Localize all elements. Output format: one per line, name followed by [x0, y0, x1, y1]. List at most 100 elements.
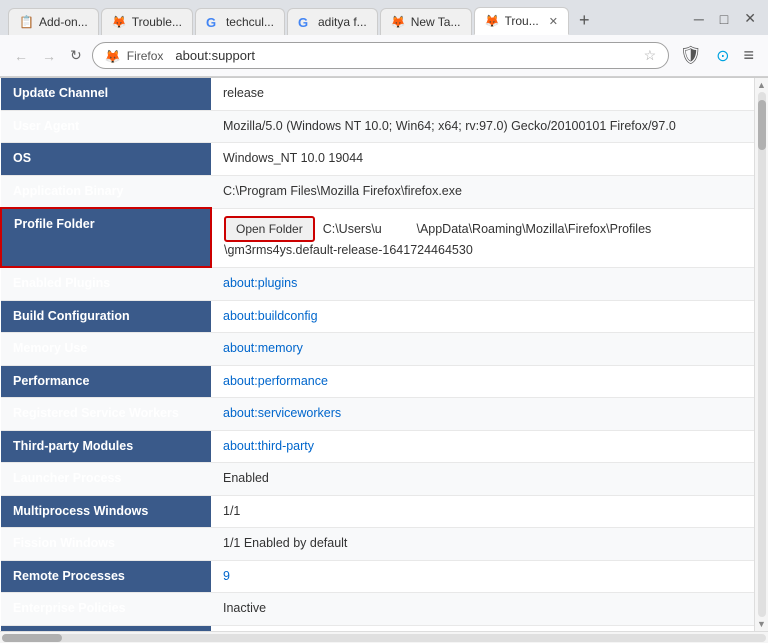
table-label-cell: Memory Use: [1, 333, 211, 366]
table-label-cell: Google Location Service Key: [1, 625, 211, 631]
table-label-cell: Multiprocess Windows: [1, 495, 211, 528]
tab-close-button[interactable]: ✕: [549, 15, 558, 28]
table-row: Memory Use about:memory: [1, 333, 754, 366]
table-row: Profile FolderOpen FolderC:\Users\u \App…: [1, 208, 754, 267]
table-row: Google Location Service KeyFound: [1, 625, 754, 631]
url-favicon: 🦊: [105, 49, 119, 63]
table-label-cell: OS: [1, 143, 211, 176]
table-value-cell: about:memory: [211, 333, 754, 366]
tab-icon-newtab: 🦊: [391, 15, 405, 29]
back-button[interactable]: ←: [10, 44, 32, 68]
table-value-cell: Found: [211, 625, 754, 631]
table-value-cell: about:third-party: [211, 430, 754, 463]
table-row: Remote Processes9: [1, 560, 754, 593]
browser-chrome: 📋 Add-on... 🦊 Trouble... G techcul... G …: [0, 0, 768, 78]
table-value-cell: 1/1: [211, 495, 754, 528]
tab-aditya[interactable]: G aditya f...: [287, 8, 378, 35]
restore-button[interactable]: □: [716, 7, 732, 31]
table-row: OSWindows_NT 10.0 19044: [1, 143, 754, 176]
tab-icon-addons: 📋: [19, 15, 33, 29]
tab-icon-aditya: G: [298, 15, 312, 29]
h-scroll-track: [2, 634, 766, 642]
shield-icon-button[interactable]: 🛡: [675, 41, 706, 70]
table-label-cell: Enabled Plugins: [1, 267, 211, 300]
table-label-cell: Launcher Process: [1, 463, 211, 496]
table-row: Launcher ProcessEnabled: [1, 463, 754, 496]
close-button[interactable]: ✕: [740, 6, 760, 31]
table-row: Performance about:performance: [1, 365, 754, 398]
url-protocol-label: Firefox: [127, 49, 164, 63]
tab-newtab[interactable]: 🦊 New Ta...: [380, 8, 472, 35]
table-row: Fission Windows1/1 Enabled by default: [1, 528, 754, 561]
table-label-cell: Performance: [1, 365, 211, 398]
info-link[interactable]: about:plugins: [223, 276, 297, 290]
bookmark-star-icon[interactable]: ☆: [644, 47, 657, 64]
new-tab-button[interactable]: +: [571, 6, 598, 35]
tab-icon-trouble1: 🦊: [112, 15, 126, 29]
table-label-cell: User Agent: [1, 110, 211, 143]
table-row: Application BinaryC:\Program Files\Mozil…: [1, 175, 754, 208]
h-scroll-thumb[interactable]: [2, 634, 62, 642]
table-value-cell: 1/1 Enabled by default: [211, 528, 754, 561]
table-value-cell: Enabled: [211, 463, 754, 496]
tab-trouble-active[interactable]: 🦊 Trou... ✕: [474, 7, 569, 35]
scroll-thumb[interactable]: [758, 100, 766, 150]
tab-add-ons[interactable]: 📋 Add-on...: [8, 8, 99, 35]
table-row: Registered Service Workers about:servicew…: [1, 398, 754, 431]
table-label-cell: Enterprise Policies: [1, 593, 211, 626]
scroll-up-button[interactable]: ▲: [757, 80, 766, 90]
info-link[interactable]: 9: [223, 569, 230, 583]
url-input[interactable]: [175, 48, 635, 63]
table-row: Third-party Modulesabout:third-party: [1, 430, 754, 463]
content-area: Update ChannelreleaseUser AgentMozilla/5…: [0, 78, 768, 631]
minimize-button[interactable]: ─: [690, 7, 708, 31]
support-info-table-container: Update ChannelreleaseUser AgentMozilla/5…: [0, 78, 754, 631]
info-link[interactable]: about:serviceworkers: [223, 406, 341, 420]
horizontal-scrollbar[interactable]: [0, 631, 768, 643]
table-value-cell: C:\Program Files\Mozilla Firefox\firefox…: [211, 175, 754, 208]
table-value-cell: about:serviceworkers: [211, 398, 754, 431]
info-link[interactable]: about:buildconfig: [223, 309, 318, 323]
tab-label-newtab: New Ta...: [411, 15, 461, 29]
table-value-cell: about:plugins: [211, 267, 754, 300]
table-value-cell: about:buildconfig: [211, 300, 754, 333]
table-value-cell: Open FolderC:\Users\u \AppData\Roaming\M…: [211, 208, 754, 267]
tab-label-aditya: aditya f...: [318, 15, 367, 29]
menu-button[interactable]: ≡: [739, 41, 758, 70]
table-row: Build Configurationabout:buildconfig: [1, 300, 754, 333]
table-row: Enabled Plugins about:plugins: [1, 267, 754, 300]
table-row: User AgentMozilla/5.0 (Windows NT 10.0; …: [1, 110, 754, 143]
tab-techcult[interactable]: G techcul...: [195, 8, 285, 35]
tab-label-trouble-active: Trou...: [505, 14, 539, 28]
tab-icon-trouble-active: 🦊: [485, 14, 499, 28]
reload-button[interactable]: ↻: [66, 43, 86, 68]
table-value-cell: release: [211, 78, 754, 110]
open-folder-button[interactable]: Open Folder: [224, 216, 315, 243]
url-bar[interactable]: 🦊 Firefox ☆: [92, 42, 669, 69]
info-link[interactable]: about:performance: [223, 374, 328, 388]
table-value-cell: 9: [211, 560, 754, 593]
tab-label-trouble1: Trouble...: [132, 15, 182, 29]
table-row: Multiprocess Windows1/1: [1, 495, 754, 528]
info-link[interactable]: about:memory: [223, 341, 303, 355]
scroll-down-button[interactable]: ▼: [757, 619, 766, 629]
vertical-scrollbar[interactable]: ▲ ▼: [754, 78, 768, 631]
tab-bar: 📋 Add-on... 🦊 Trouble... G techcul... G …: [0, 0, 768, 35]
table-label-cell: Registered Service Workers: [1, 398, 211, 431]
scroll-track: [758, 92, 766, 617]
nav-right-buttons: 🛡 ⊙ ≡: [675, 41, 758, 70]
firefox-account-button[interactable]: ⊙: [712, 42, 733, 70]
table-label-cell: Profile Folder: [1, 208, 211, 267]
tab-trouble1[interactable]: 🦊 Trouble...: [101, 8, 193, 35]
tab-icon-techcult: G: [206, 15, 220, 29]
tab-label-techcult: techcul...: [226, 15, 274, 29]
info-link[interactable]: about:third-party: [223, 439, 314, 453]
table-row: Enterprise PoliciesInactive: [1, 593, 754, 626]
table-value-cell: Mozilla/5.0 (Windows NT 10.0; Win64; x64…: [211, 110, 754, 143]
table-value-cell: about:performance: [211, 365, 754, 398]
table-label-cell: Application Binary: [1, 175, 211, 208]
table-row: Update Channelrelease: [1, 78, 754, 110]
table-label-cell: Fission Windows: [1, 528, 211, 561]
tab-label-addons: Add-on...: [39, 15, 88, 29]
forward-button[interactable]: →: [38, 44, 60, 68]
